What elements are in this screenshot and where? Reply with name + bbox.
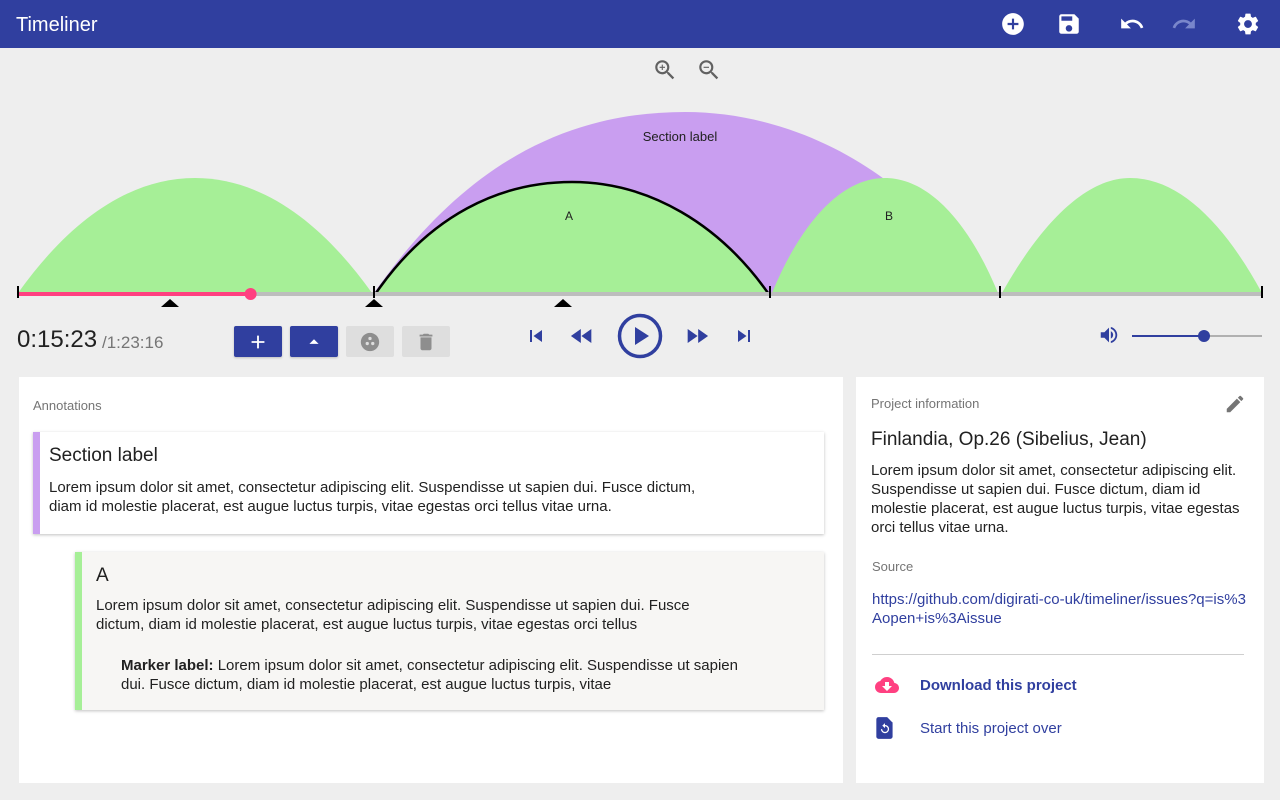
- skip-previous-icon: [530, 330, 542, 342]
- segment-card-title: A: [96, 565, 109, 586]
- segment-divider[interactable]: [373, 286, 375, 298]
- divider: [872, 654, 1244, 655]
- segment-divider[interactable]: [17, 286, 19, 298]
- volume-slider-thumb[interactable]: [1197, 330, 1210, 342]
- segment-divider[interactable]: [999, 286, 1001, 298]
- download-project-button[interactable]: Download this project: [872, 671, 1252, 699]
- timeline-bubble-1[interactable]: [18, 178, 372, 293]
- project-info-heading: Project information: [871, 396, 980, 411]
- segment-divider[interactable]: [1261, 286, 1263, 298]
- marker-annotation[interactable]: Marker label: Lorem ipsum dolor sit amet…: [121, 656, 741, 694]
- marker-body: Lorem ipsum dolor sit amet, consectetur …: [121, 657, 738, 693]
- segment-card-body: Lorem ipsum dolor sit amet, consectetur …: [96, 597, 690, 633]
- add-button[interactable]: [997, 8, 1029, 40]
- pencil-icon: [1226, 395, 1244, 413]
- start-over-label: Start this project over: [920, 719, 1062, 737]
- project-description: Lorem ipsum dolor sit amet, consectetur …: [871, 462, 1240, 536]
- marker-label: Marker label:: [121, 657, 214, 674]
- undo-button[interactable]: [1116, 8, 1148, 40]
- segment-annotation-card[interactable]: A Lorem ipsum dolor sit amet, consectetu…: [75, 552, 824, 710]
- annotations-heading: Annotations: [33, 398, 102, 413]
- settings-button[interactable]: [1232, 8, 1264, 40]
- delete-button[interactable]: [402, 326, 450, 357]
- timeline-segment-b-label: B: [885, 209, 893, 223]
- fast-forward-button[interactable]: [683, 322, 711, 350]
- skip-next-button[interactable]: [732, 324, 756, 348]
- marker-triangle[interactable]: [161, 299, 179, 307]
- project-info-panel: Project information Finlandia, Op.26 (Si…: [856, 377, 1264, 783]
- redo-icon: [1172, 18, 1195, 29]
- rewind-icon: [570, 329, 592, 343]
- volume-button[interactable]: [1098, 324, 1122, 348]
- redo-button[interactable]: [1168, 8, 1200, 40]
- download-project-label: Download this project: [920, 676, 1077, 694]
- timeline-section-label: Section label: [643, 129, 718, 144]
- save-icon: [1059, 14, 1079, 34]
- play-button[interactable]: [616, 312, 664, 360]
- volume-slider-fill: [1132, 335, 1204, 337]
- skip-next-icon: [738, 330, 750, 342]
- trash-icon: [419, 333, 433, 350]
- group-button[interactable]: [290, 326, 338, 357]
- total-time: /1:23:16: [102, 333, 164, 352]
- merge-dots-icon: [360, 332, 380, 351]
- restart-file-icon: [876, 717, 893, 739]
- current-time: 0:15:23: [17, 326, 98, 353]
- project-title: Finlandia, Op.26 (Sibelius, Jean): [871, 429, 1147, 450]
- volume-up-icon: [1100, 326, 1118, 344]
- edit-project-button[interactable]: [1224, 393, 1248, 417]
- rewind-button[interactable]: [568, 322, 596, 350]
- start-over-button[interactable]: Start this project over: [872, 714, 1252, 742]
- section-annotation-card[interactable]: Section label Lorem ipsum dolor sit amet…: [33, 432, 824, 534]
- section-card-body: Lorem ipsum dolor sit amet, consectetur …: [49, 479, 696, 515]
- add-marker-button[interactable]: [234, 326, 282, 357]
- settings-icon: [1237, 13, 1259, 35]
- source-link[interactable]: https://github.com/digirati-co-uk/timeli…: [872, 590, 1252, 628]
- marker-triangle[interactable]: [365, 299, 383, 307]
- cloud-download-icon: [875, 677, 899, 693]
- marker-triangle[interactable]: [554, 299, 572, 307]
- app-title: Timeliner: [16, 14, 98, 36]
- source-heading: Source: [872, 559, 914, 574]
- timeline-visualization[interactable]: Section label A B: [0, 48, 1280, 320]
- scrubber-progress: [18, 292, 251, 296]
- fast-forward-icon: [687, 329, 709, 343]
- add-circle-icon: [1002, 13, 1024, 35]
- segment-divider[interactable]: [769, 286, 771, 298]
- app-bar: Timeliner: [0, 0, 1280, 48]
- annotations-panel: Annotations Section label Lorem ipsum do…: [19, 377, 843, 783]
- volume-slider[interactable]: [1132, 330, 1262, 342]
- merge-button[interactable]: [346, 326, 394, 357]
- section-card-title: Section label: [49, 445, 158, 466]
- timeline-bubble-4[interactable]: [1002, 178, 1262, 293]
- caret-up-icon: [309, 338, 319, 344]
- skip-previous-button[interactable]: [524, 324, 548, 348]
- timeline-segment-a-label: A: [565, 209, 573, 223]
- playhead[interactable]: [244, 288, 257, 300]
- undo-icon: [1121, 18, 1144, 29]
- play-circle-icon: [617, 313, 663, 359]
- save-button[interactable]: [1053, 8, 1085, 40]
- plus-icon: [251, 335, 265, 348]
